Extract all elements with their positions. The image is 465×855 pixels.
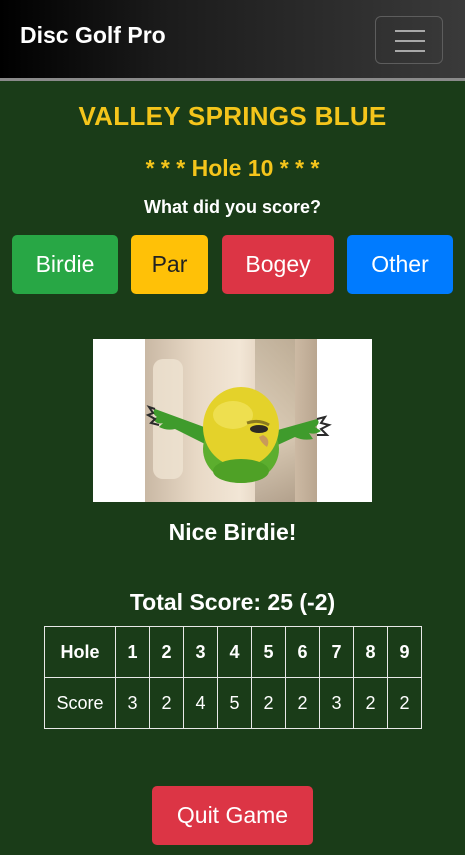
score-cell: 2	[285, 677, 320, 729]
other-button[interactable]: Other	[347, 235, 453, 294]
score-cell: 2	[387, 677, 422, 729]
brand-title[interactable]: Disc Golf Pro	[20, 22, 166, 49]
hole-title: * * * Hole 10 * * *	[145, 155, 320, 181]
bogey-button[interactable]: Bogey	[222, 235, 334, 294]
course-name: VALLEY SPRINGS BLUE	[78, 101, 387, 131]
score-row: Score 3 2 4 5 2 2 3 2 2	[44, 677, 422, 729]
score-cell: 2	[149, 677, 184, 729]
hole-number: 5	[251, 626, 286, 678]
hole-number: 6	[285, 626, 320, 678]
hole-number: 4	[217, 626, 252, 678]
result-image	[93, 339, 372, 502]
score-cell: 4	[183, 677, 218, 729]
total-score: Total Score: 25 (-2)	[129, 589, 336, 615]
hole-number: 9	[387, 626, 422, 678]
hole-number: 3	[183, 626, 218, 678]
menu-bar-line	[395, 50, 425, 52]
hole-row: Hole 1 2 3 4 5 6 7 8 9	[44, 626, 422, 678]
hole-number: 2	[149, 626, 184, 678]
par-button[interactable]: Par	[131, 235, 208, 294]
navbar: Disc Golf Pro	[0, 0, 465, 81]
quit-game-button[interactable]: Quit Game	[152, 786, 313, 845]
result-caption: Nice Birdie!	[168, 519, 297, 545]
birdie-button[interactable]: Birdie	[12, 235, 118, 294]
menu-bar-line	[395, 30, 425, 32]
hole-header: Hole	[44, 626, 116, 678]
score-header: Score	[44, 677, 116, 729]
budgie-bird-image	[145, 387, 332, 483]
score-cell: 2	[251, 677, 286, 729]
score-prompt: What did you score?	[143, 197, 321, 217]
score-cell: 2	[353, 677, 388, 729]
hole-number: 1	[115, 626, 150, 678]
score-cell: 5	[217, 677, 252, 729]
score-cell: 3	[319, 677, 354, 729]
hole-number: 7	[319, 626, 354, 678]
score-cell: 3	[115, 677, 150, 729]
hole-number: 8	[353, 626, 388, 678]
scorecard-table: Hole 1 2 3 4 5 6 7 8 9 Score 3 2 4 5 2 2…	[44, 626, 422, 729]
menu-bar-line	[395, 40, 425, 42]
hamburger-menu-icon[interactable]	[375, 16, 443, 64]
